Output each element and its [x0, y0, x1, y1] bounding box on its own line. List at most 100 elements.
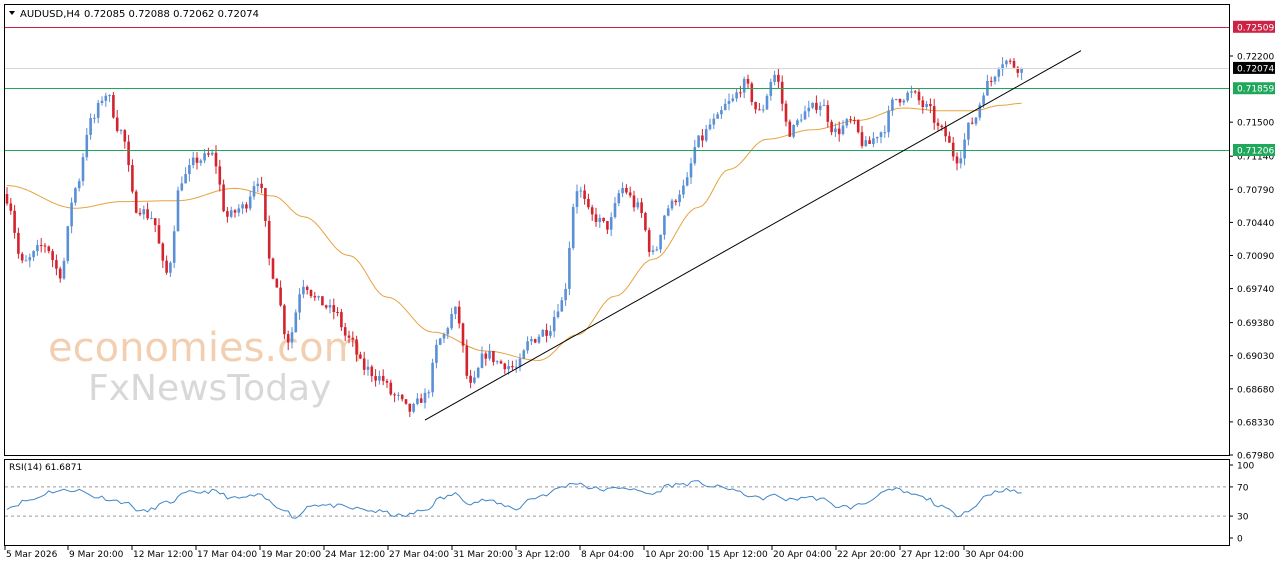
candle-body — [17, 232, 20, 254]
candle-body — [461, 323, 465, 346]
chart-canvas[interactable]: economies.com FxNewsToday AUDUSD,H4 0.72… — [0, 0, 1280, 567]
candle-body — [142, 209, 146, 215]
candle-body — [55, 260, 58, 269]
candle-body — [465, 345, 469, 376]
time-tick-label: 27 Mar 04:00 — [389, 550, 449, 560]
candle-body — [283, 305, 286, 335]
candle-body — [81, 157, 85, 182]
candle-body — [925, 104, 928, 107]
candle-body — [302, 286, 305, 295]
candle-body — [112, 95, 115, 118]
candle-body — [997, 69, 1001, 77]
candle-body — [131, 165, 134, 192]
time-tick-label: 31 Mar 20:00 — [453, 550, 513, 560]
candle-body — [321, 296, 324, 306]
candle-body — [188, 165, 191, 175]
candle-body — [416, 398, 419, 404]
candle-body — [207, 153, 210, 155]
candle-body — [894, 98, 898, 100]
time-tick-label: 15 Apr 12:00 — [709, 550, 768, 560]
candle-body — [731, 98, 735, 101]
candle-body — [20, 253, 24, 261]
candle-body — [982, 95, 985, 105]
candle-body — [108, 95, 111, 97]
candle-body — [104, 95, 108, 101]
candle-body — [575, 191, 579, 208]
price-tick-label: 0.69380 — [1237, 319, 1274, 329]
candle-body — [229, 210, 233, 217]
candle-body — [313, 296, 317, 298]
candle-body — [955, 156, 959, 164]
candle-body — [549, 331, 552, 336]
candle-body — [754, 101, 757, 110]
candle-body — [499, 361, 503, 364]
candle-body — [495, 361, 499, 363]
candle-body — [609, 217, 613, 230]
candle-body — [123, 130, 127, 142]
candle-body — [875, 136, 879, 139]
candle-body — [355, 339, 358, 355]
candle-body — [758, 109, 761, 111]
candle-body — [636, 202, 640, 208]
candle-body — [431, 362, 434, 393]
candle-body — [115, 117, 119, 131]
candle-body — [761, 109, 765, 111]
rsi-pane-frame — [4, 459, 1230, 546]
ohlc-readout: 0.72085 0.72088 0.72062 0.72074 — [84, 9, 259, 20]
candle-body — [837, 128, 841, 135]
candle-body — [735, 92, 738, 99]
candle-body — [100, 100, 104, 104]
candle-body — [13, 210, 16, 233]
candle-body — [651, 250, 655, 252]
candle-body — [708, 124, 712, 130]
candle-body — [864, 140, 868, 146]
candle-body — [587, 198, 590, 208]
candle-body — [746, 78, 750, 84]
candle-body — [617, 193, 621, 204]
candle-body — [803, 111, 807, 120]
candle-body — [199, 160, 203, 163]
time-tick-label: 22 Apr 20:00 — [837, 550, 896, 560]
candle-body — [408, 403, 412, 412]
candle-body — [640, 202, 643, 214]
candle-body — [423, 392, 427, 403]
time-tick-label: 3 Apr 12:00 — [517, 550, 570, 560]
candle-body — [457, 306, 461, 324]
candle-body — [849, 119, 852, 121]
time-axis: 5 Mar 2026 9 Mar 20:00 12 Mar 12:00 17 Mar … — [4, 546, 1024, 560]
candle-body — [324, 305, 328, 308]
candle-body — [663, 215, 666, 235]
candle-body — [241, 204, 244, 209]
candle-body — [784, 103, 788, 122]
candle-body — [906, 92, 909, 101]
candle-body — [621, 187, 624, 194]
candle-body — [644, 213, 647, 231]
candle-body — [286, 334, 290, 343]
candle-body — [537, 336, 541, 343]
candle-body — [944, 127, 947, 137]
candle-body — [93, 117, 96, 119]
candle-body — [378, 375, 381, 381]
candle-body — [119, 130, 123, 132]
chart-window[interactable]: economies.com FxNewsToday AUDUSD,H4 0.72… — [0, 0, 1280, 567]
candle-body — [419, 398, 423, 403]
candle-body — [165, 260, 168, 273]
candle-body — [796, 120, 799, 126]
candle-body — [773, 74, 776, 82]
candle-body — [252, 186, 256, 197]
candle-body — [484, 353, 488, 359]
candle-body — [503, 363, 507, 370]
candle-body — [389, 382, 393, 395]
candle-body — [788, 121, 792, 137]
candle-body — [989, 80, 993, 82]
candle-body — [780, 81, 784, 104]
candle-body — [963, 139, 966, 159]
candle-body — [739, 92, 742, 94]
price-tick-label: 0.70440 — [1237, 219, 1274, 229]
time-tick-label: 27 Apr 12:00 — [901, 550, 960, 560]
candle-body — [541, 329, 545, 337]
candle-body — [993, 76, 997, 82]
candle-body — [28, 257, 32, 261]
price-level-label: 0.71859 — [1237, 85, 1274, 95]
price-tick-label: 0.67980 — [1237, 452, 1274, 462]
